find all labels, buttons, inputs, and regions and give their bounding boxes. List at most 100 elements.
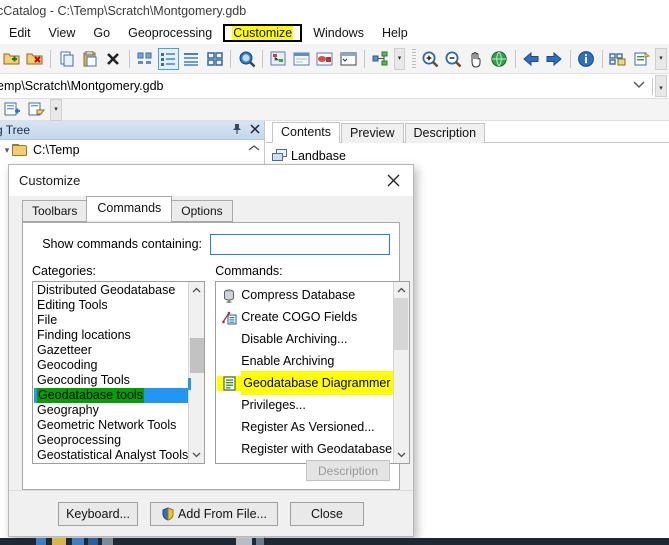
delete-icon[interactable]	[102, 48, 123, 70]
list-item[interactable]: Disable Archiving...	[217, 328, 392, 350]
list-item[interactable]: Create COGO Fields	[217, 306, 392, 328]
menu-edit[interactable]: Edit	[0, 24, 40, 42]
list-item[interactable]: Gazetteer	[34, 343, 188, 358]
commands-scrollbar[interactable]	[392, 282, 409, 463]
list-item[interactable]: Geocoding Tools	[34, 373, 188, 388]
tab-contents[interactable]: Contents	[272, 122, 341, 143]
thumbnails-view-icon[interactable]	[204, 48, 225, 70]
pan-icon[interactable]	[465, 48, 486, 70]
close-icon[interactable]	[373, 166, 413, 196]
menu-windows[interactable]: Windows	[304, 24, 373, 42]
scroll-track[interactable]	[393, 298, 409, 447]
tab-toolbars[interactable]: Toolbars	[22, 200, 88, 222]
model-builder-icon[interactable]	[314, 48, 335, 70]
categories-listbox[interactable]: Distributed Geodatabase Editing Tools Fi…	[32, 281, 206, 464]
geoprocessing-results-icon[interactable]	[370, 48, 391, 70]
list-item[interactable]: Distributed Geodatabase	[34, 283, 188, 298]
list-view-icon[interactable]	[157, 47, 179, 70]
tree-item-c-temp[interactable]: ▾ C:\Temp	[0, 140, 264, 160]
tab-options[interactable]: Options	[171, 200, 233, 222]
keyboard-button-label: Keyboard...	[66, 506, 130, 521]
list-item[interactable]: Privileges...	[217, 394, 392, 416]
menu-customize[interactable]: Customize	[223, 24, 303, 42]
python-window-icon[interactable]	[291, 48, 312, 70]
description-button[interactable]: Description	[306, 460, 390, 481]
menu-customize-label: Customize	[232, 26, 294, 40]
address-input[interactable]	[0, 74, 626, 98]
menu-go[interactable]: Go	[84, 24, 119, 42]
list-item[interactable]: Landbase	[272, 147, 669, 165]
zoom-out-icon[interactable]	[442, 48, 463, 70]
identify-icon[interactable]	[576, 48, 597, 70]
search-icon[interactable]	[236, 48, 257, 70]
zoom-in-icon[interactable]	[419, 48, 440, 70]
list-item[interactable]: Geocoding	[34, 358, 188, 373]
list-item[interactable]: Geoprocessing	[34, 433, 188, 448]
chevron-down-icon[interactable]	[393, 447, 408, 463]
list-item[interactable]: Geostatistical Analyst Tools	[34, 448, 188, 463]
list-item[interactable]: File	[34, 313, 188, 328]
categories-scrollbar[interactable]	[187, 282, 205, 463]
toolbar-overflow-button[interactable]: ▾	[393, 47, 406, 70]
copy-icon[interactable]	[56, 48, 77, 70]
tab-description[interactable]: Description	[404, 123, 486, 143]
new-file-gdb-icon[interactable]	[1, 99, 23, 121]
forward-icon[interactable]	[544, 48, 565, 70]
chevron-up-icon[interactable]	[248, 143, 260, 155]
expand-icon[interactable]: ▾	[2, 145, 12, 156]
secondary-toolbar-overflow-button[interactable]: ▾	[50, 98, 62, 121]
chevron-up-icon[interactable]	[189, 282, 204, 298]
pin-icon[interactable]	[228, 123, 246, 138]
list-item[interactable]: Compress Database	[217, 284, 392, 306]
toolbox-icon[interactable]	[268, 48, 289, 70]
list-item[interactable]: Enable Archiving	[217, 350, 392, 372]
chevron-up-icon[interactable]	[393, 282, 408, 298]
taskbar-item-4[interactable]	[88, 538, 98, 545]
large-icons-view-icon[interactable]	[135, 48, 156, 70]
toolbar-grip[interactable]	[412, 48, 417, 69]
create-thumbnail-icon[interactable]	[608, 48, 629, 70]
taskbar-item-6[interactable]	[236, 538, 252, 545]
menu-help[interactable]: Help	[373, 24, 417, 42]
catalog-window-icon[interactable]	[338, 48, 359, 70]
close-icon[interactable]	[246, 123, 264, 137]
list-item-selected[interactable]: Geodatabase tools	[34, 388, 189, 403]
show-commands-input[interactable]	[210, 233, 390, 255]
new-personal-gdb-icon[interactable]	[25, 99, 47, 121]
taskbar-item-7[interactable]	[256, 538, 264, 545]
address-overflow-button[interactable]: chevron-down-icon▾	[655, 75, 667, 97]
taskbar-item-2[interactable]	[52, 538, 66, 545]
close-button[interactable]: Close	[289, 501, 364, 526]
details-view-icon[interactable]	[181, 48, 202, 70]
menu-geoprocessing[interactable]: Geoprocessing	[119, 24, 221, 42]
taskbar-item-5[interactable]	[102, 538, 113, 545]
add-from-file-button[interactable]: Add From File...	[150, 501, 278, 526]
chevron-down-icon[interactable]	[189, 447, 204, 463]
keyboard-button[interactable]: Keyboard...	[58, 501, 139, 526]
disconnect-folder-icon[interactable]	[24, 48, 45, 70]
list-item[interactable]: Geometric Network Tools	[34, 418, 188, 433]
list-item[interactable]: Geography	[34, 403, 188, 418]
connect-to-folder-icon[interactable]	[1, 48, 22, 70]
scroll-thumb[interactable]	[189, 338, 204, 373]
item-description-icon[interactable]	[631, 48, 652, 70]
full-extent-icon[interactable]	[489, 48, 510, 70]
toolbar-separator	[569, 49, 571, 68]
menu-view[interactable]: View	[40, 24, 85, 42]
commands-listbox[interactable]: Compress Database Create COGO Fields Dis…	[215, 281, 410, 464]
taskbar-item-1[interactable]	[36, 538, 46, 545]
tab-commands[interactable]: Commands	[86, 196, 173, 220]
list-item[interactable]: Register As Versioned...	[217, 416, 392, 438]
list-item[interactable]: Register with Geodatabase	[217, 438, 392, 460]
scroll-track[interactable]	[187, 298, 204, 447]
list-item-geodatabase-diagrammer[interactable]: Geodatabase Diagrammer	[217, 371, 393, 395]
back-icon[interactable]	[521, 48, 542, 70]
scroll-thumb[interactable]	[394, 298, 409, 350]
list-item[interactable]: Editing Tools	[34, 298, 188, 313]
toolbar2-overflow-button[interactable]: ▾	[655, 47, 667, 70]
taskbar-item-3[interactable]	[72, 538, 84, 545]
list-item[interactable]: Finding locations	[34, 328, 188, 343]
paste-icon[interactable]	[79, 48, 100, 70]
tab-preview[interactable]: Preview	[341, 123, 404, 143]
chevron-down-icon[interactable]	[626, 80, 652, 92]
